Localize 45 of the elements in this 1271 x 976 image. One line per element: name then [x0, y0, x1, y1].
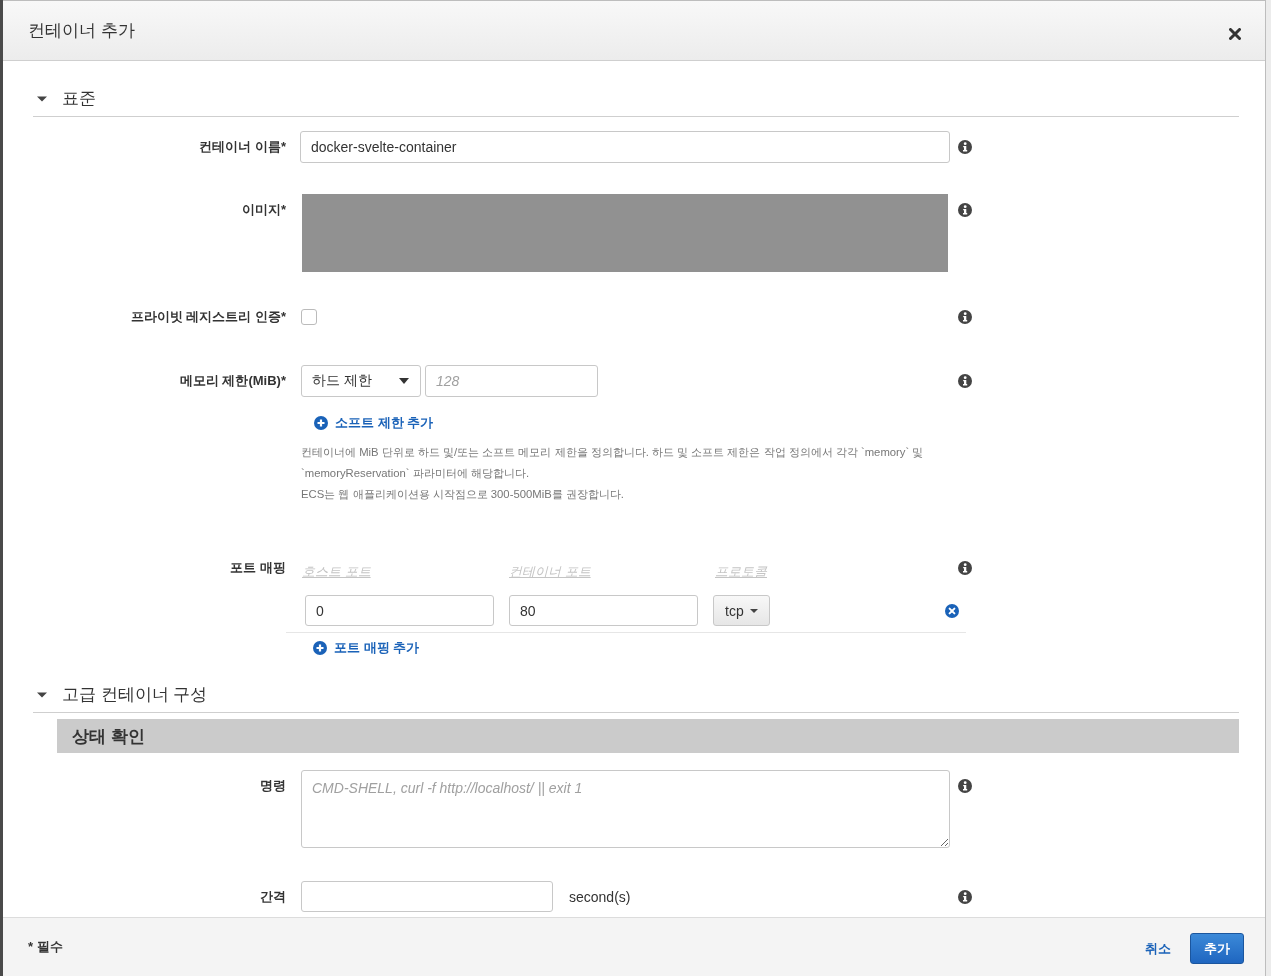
help-text: ECS는 웹 애플리케이션용 시작점으로 300-500MiB를 권장합니다. — [301, 487, 625, 502]
unit-label: second(s) — [569, 888, 631, 905]
info-icon[interactable] — [958, 310, 972, 324]
caret-down-icon — [749, 608, 758, 613]
field-label: 간격 — [259, 888, 286, 906]
help-text: 컨테이너에 MiB 단위로 하드 및/또는 소프트 메모리 제한을 정의합니다. 하드 및 소프트 제한은 작업 정의에서 각각 `memory` 및 `memoryReservation` 파라미터에 해당합니다. — [301, 445, 925, 481]
column-header: 호스트 포트 — [301, 563, 371, 581]
caret-down-icon — [399, 378, 409, 384]
plus-circle-icon — [314, 416, 328, 430]
field-label: 명령 — [259, 777, 286, 795]
section-toggle[interactable]: 표준 — [33, 87, 96, 110]
plus-circle-icon — [313, 641, 327, 655]
required-note: * 필수 — [28, 938, 63, 956]
interval-input[interactable] — [301, 881, 553, 912]
subsection-title: 상태 확인 — [72, 725, 145, 748]
close-icon — [1229, 27, 1241, 40]
protocol-dropdown[interactable]: tcp — [713, 595, 770, 626]
container-name-input[interactable]: docker-svelte-container — [300, 131, 950, 163]
column-header: 프로토콜 — [714, 563, 767, 581]
add-soft-limit-link[interactable]: 소프트 제한 추가 — [314, 415, 434, 431]
container-port-input[interactable]: 80 — [509, 595, 698, 626]
field-label: 이미지* — [240, 201, 286, 219]
add-port-mapping-link[interactable]: 포트 매핑 추가 — [313, 640, 420, 656]
memory-limit-input[interactable]: 128 — [425, 365, 598, 397]
add-button[interactable]: 추가 — [1190, 933, 1244, 964]
cancel-link[interactable]: 취소 — [1145, 939, 1171, 958]
info-icon[interactable] — [958, 140, 972, 154]
info-icon[interactable] — [958, 779, 972, 793]
info-icon[interactable] — [958, 561, 972, 575]
info-icon[interactable] — [958, 374, 972, 388]
dialog-title: 컨테이너 추가 — [28, 20, 135, 42]
field-label: 메모리 제한(MiB)* — [178, 372, 286, 390]
host-port-input[interactable]: 0 — [305, 595, 494, 626]
command-textarea[interactable]: CMD-SHELL, curl -f http://localhost/ || exit 1 — [301, 770, 950, 848]
field-label: 포트 매핑 — [229, 559, 286, 577]
info-icon[interactable] — [958, 203, 972, 217]
remove-icon[interactable] — [945, 603, 959, 618]
column-header: 컨테이너 포트 — [508, 563, 591, 581]
checkbox[interactable] — [301, 309, 317, 325]
close-button[interactable] — [1229, 27, 1241, 40]
field-label: 프라이빗 레지스트리 인증* — [129, 308, 286, 326]
section-toggle[interactable]: 고급 컨테이너 구성 — [33, 683, 208, 706]
limit-type-dropdown[interactable]: 하드 제한 — [301, 365, 421, 397]
info-icon[interactable] — [958, 890, 972, 904]
field-label: 컨테이너 이름* — [198, 138, 286, 156]
